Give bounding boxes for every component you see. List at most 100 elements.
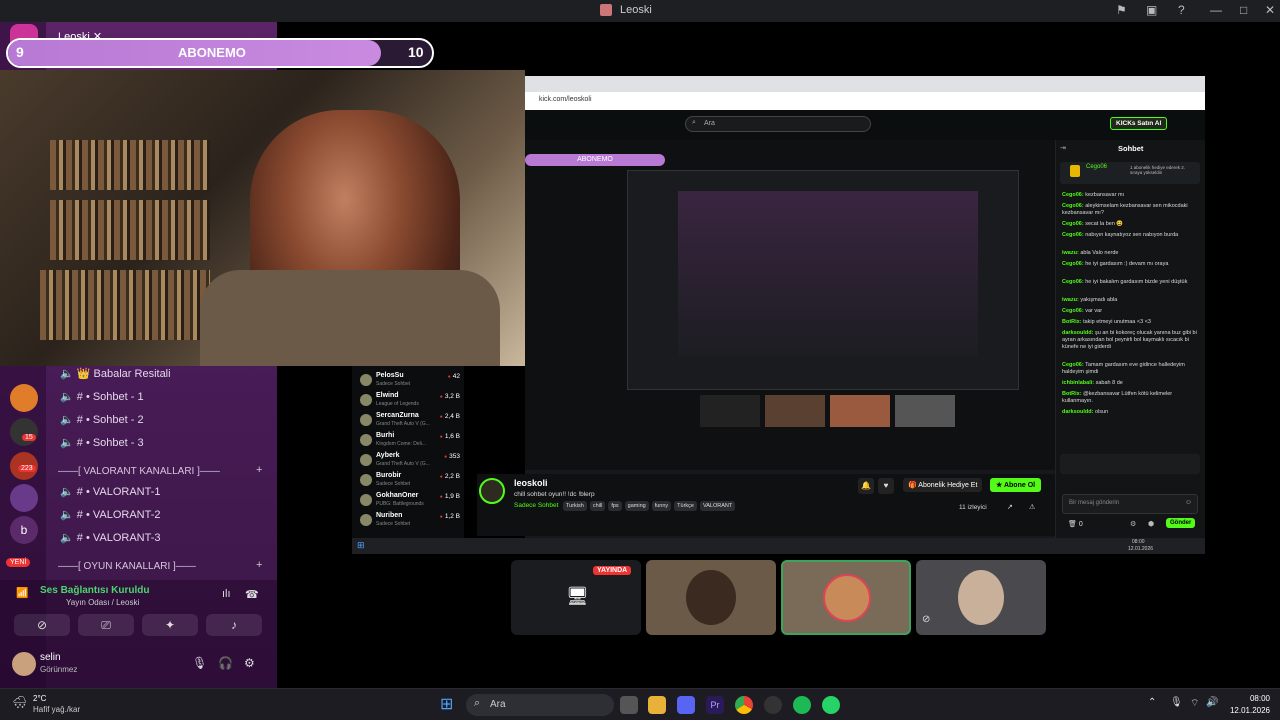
category-valorant[interactable]: ——[ VALORANT KANALLARI ]—— <box>58 466 220 477</box>
file-explorer-icon[interactable] <box>648 696 666 714</box>
screen-share-icon[interactable]: ▣ <box>1146 3 1157 17</box>
mic-icon[interactable]: 🎙 <box>192 656 207 670</box>
disconnect-icon[interactable]: ☎ <box>245 588 259 601</box>
stream-list-item[interactable]: Burhi Kingdom Come: Deli... 1,6 B <box>360 432 460 452</box>
chat-username[interactable]: ichbinlabali: <box>1062 380 1094 386</box>
channel-valorant-3[interactable]: 🔈 # • VALORANT-3 <box>60 531 161 544</box>
tag[interactable]: chill <box>589 501 606 511</box>
browser-url-bar[interactable]: kick.com/leoskoli <box>525 92 1205 110</box>
soundboard-button[interactable]: ♪ <box>206 614 262 636</box>
server-icon[interactable] <box>10 384 38 412</box>
collapse-chat-icon[interactable]: ⇥ <box>1060 144 1066 152</box>
chat-username[interactable]: BotRix: <box>1062 391 1082 397</box>
report-icon[interactable]: ⚠ <box>1029 503 1035 511</box>
chat-username[interactable]: Cego06: <box>1062 192 1084 198</box>
search-input[interactable]: ⌕ Ara <box>685 116 871 132</box>
chat-username[interactable]: iwazu: <box>1062 250 1079 256</box>
streamer-avatar[interactable] <box>479 478 505 504</box>
stream-tile-speaking[interactable] <box>781 560 911 635</box>
share-icon[interactable]: ↗ <box>1007 503 1013 511</box>
channel-valorant-2[interactable]: 🔈 # • VALORANT-2 <box>60 508 161 521</box>
discord-icon[interactable] <box>677 696 695 714</box>
channel-sohbet-3[interactable]: 🔈 # • Sohbet - 3 <box>60 436 144 449</box>
weather-temp[interactable]: 2°C <box>33 694 46 703</box>
chat-settings-icon[interactable]: ⚙ <box>1130 520 1136 528</box>
wifi-icon[interactable]: ⌔ <box>1190 697 1199 710</box>
stream-tile-user[interactable]: ⊘ <box>916 560 1046 635</box>
chat-username[interactable]: darksouldd: <box>1062 409 1093 415</box>
tray-chevron-icon[interactable]: ⌃ <box>1148 697 1156 708</box>
tag[interactable]: fps <box>608 501 622 511</box>
chat-username[interactable]: darksouldd: <box>1062 330 1093 336</box>
bell-icon[interactable]: 🔔 <box>858 478 874 494</box>
tag[interactable]: Turkish <box>563 501 587 511</box>
premiere-icon[interactable]: Pr <box>706 696 724 714</box>
minimize-button[interactable]: — <box>1210 3 1222 17</box>
help-icon[interactable]: ? <box>1178 3 1185 17</box>
task-view-icon[interactable] <box>620 696 638 714</box>
start-icon[interactable]: ⊞ <box>440 696 458 714</box>
noise-suppression-icon[interactable]: ılı <box>222 588 231 600</box>
gift-icon[interactable]: ⬢ <box>1148 520 1154 528</box>
send-button[interactable]: Gönder <box>1166 518 1196 528</box>
streamer-name[interactable]: leoskoli <box>514 478 548 488</box>
user-name[interactable]: selin <box>40 652 61 663</box>
add-channel-icon[interactable]: + <box>256 559 262 571</box>
weather-icon[interactable]: 🌨 <box>12 695 27 709</box>
stream-tile-user[interactable] <box>646 560 776 635</box>
channel-babalar[interactable]: 🔈 👑 Babalar Resitali <box>60 367 171 380</box>
stream-list-item[interactable]: PelosSu Sadece Sohbet 42 <box>360 372 460 392</box>
clock-time[interactable]: 08:00 <box>1220 694 1270 703</box>
chat-username[interactable]: Cego06: <box>1062 308 1084 314</box>
chat-username[interactable]: Cego06: <box>1062 261 1084 267</box>
chat-username[interactable]: Cego06: <box>1062 279 1084 285</box>
subscribe-button[interactable]: ★ Abone Ol <box>990 478 1042 492</box>
stream-list-item[interactable]: GokhanOner PUBG: Battlegrounds 1,9 B <box>360 492 460 512</box>
voice-channel-name[interactable]: Yayın Odası / Leoski <box>66 598 139 607</box>
tag[interactable]: gaming <box>624 501 649 511</box>
headphones-icon[interactable]: 🎧 <box>218 656 233 670</box>
stream-list-item[interactable]: Nuriben Sadece Sohbet 1,2 B <box>360 512 460 532</box>
settings-icon[interactable]: ⚙ <box>244 656 255 670</box>
server-icon[interactable] <box>10 418 38 446</box>
flag-icon[interactable]: ⚑ <box>1116 3 1127 17</box>
channel-sohbet-1[interactable]: 🔈 # • Sohbet - 1 <box>60 390 144 403</box>
close-button[interactable]: ✕ <box>1265 3 1275 17</box>
add-channel-icon[interactable]: + <box>256 464 262 476</box>
stream-list-item[interactable]: Burobir Sadece Sohbet 2,2 B <box>360 472 460 492</box>
whatsapp-icon[interactable] <box>822 696 840 714</box>
chat-username[interactable]: Cego06: <box>1062 232 1084 238</box>
chat-input[interactable]: Bir mesaj gönderin ☺ <box>1062 494 1198 514</box>
voice-status[interactable]: Ses Bağlantısı Kuruldu <box>40 585 149 596</box>
gift-sub-button[interactable]: 🎁 Abonelik Hediye Et <box>903 478 983 492</box>
camera-off-button[interactable]: ⊘ <box>14 614 70 636</box>
channel-valorant-1[interactable]: 🔈 # • VALORANT-1 <box>60 485 161 498</box>
chat-username[interactable]: Cego06: <box>1062 362 1084 368</box>
avatar[interactable] <box>12 652 36 676</box>
chat-username[interactable]: Cego06: <box>1062 221 1084 227</box>
steam-icon[interactable] <box>764 696 782 714</box>
heart-icon[interactable]: ♥ <box>878 478 894 494</box>
server-icon[interactable] <box>10 484 38 512</box>
stream-list-item[interactable]: Ayberk Grand Theft Auto V (G... 353 <box>360 452 460 472</box>
activities-button[interactable]: ✦ <box>142 614 198 636</box>
tag[interactable]: funny <box>651 501 672 511</box>
maximize-button[interactable]: □ <box>1240 3 1247 17</box>
stream-list-item[interactable]: Elwind League of Legends 3,2 B <box>360 392 460 412</box>
stream-category[interactable]: Sadece Sohbet <box>514 502 558 509</box>
tag[interactable]: VALORANT <box>699 501 736 511</box>
url-text[interactable]: kick.com/leoskoli <box>539 96 592 103</box>
share-screen-button[interactable]: ⎚ <box>78 614 134 636</box>
weather-desc[interactable]: Hafif yağ./kar <box>33 705 80 714</box>
mic-icon[interactable]: 🎙 <box>1170 697 1183 708</box>
clock-date[interactable]: 12.01.2026 <box>1220 706 1270 715</box>
tag[interactable]: Türkçe <box>674 501 697 511</box>
chat-username[interactable]: Cego06: <box>1062 203 1084 209</box>
category-oyun[interactable]: ——[ OYUN KANALLARI ]—— <box>58 561 196 572</box>
volume-icon[interactable]: 🔊 <box>1206 697 1218 708</box>
chat-username[interactable]: BotRix: <box>1062 319 1082 325</box>
stream-player[interactable]: ABONEMO <box>525 140 1055 470</box>
channel-sohbet-2[interactable]: 🔈 # • Sohbet - 2 <box>60 413 144 426</box>
spotify-icon[interactable] <box>793 696 811 714</box>
chrome-icon[interactable] <box>735 696 753 714</box>
